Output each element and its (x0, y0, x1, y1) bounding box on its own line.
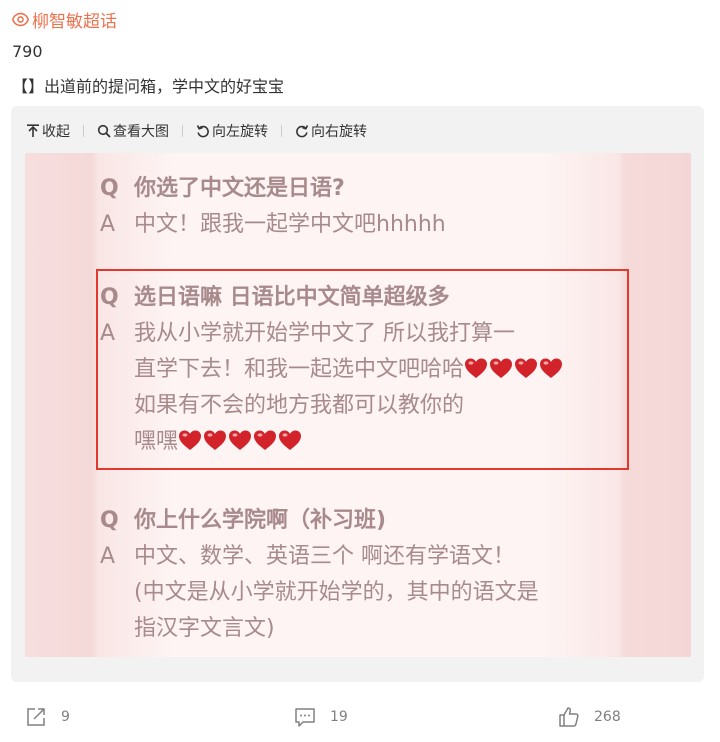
topic-icon (12, 12, 29, 27)
answer-text: 中文！跟我一起学中文吧hhhhh (134, 212, 446, 237)
share-icon (27, 708, 45, 726)
rotate-left-button[interactable]: 向左旋转 (196, 121, 268, 141)
q-mark: Q (100, 176, 119, 201)
qa-block-1: Q 你选了中文还是日语? A 中文！跟我一起学中文吧hhhhh (100, 171, 446, 243)
like-button[interactable]: 268 (558, 706, 621, 728)
search-icon (97, 124, 111, 138)
share-button[interactable]: 9 (25, 706, 70, 728)
question-text: 你选了中文还是日语? (134, 176, 345, 201)
qa-block-3: Q 你上什么学院啊（补习班) A 中文、数学、英语三个 啊还有学语文！ (中文是从小… (100, 503, 539, 647)
comment-count: 19 (330, 709, 348, 725)
rotate-right-label: 向右旋转 (311, 124, 367, 140)
toolbar-divider (83, 125, 84, 137)
rotate-right-icon (296, 125, 309, 138)
image-toolbar: 收起 查看大图 向左旋转 向右旋转 (26, 120, 367, 142)
action-bar: 9 19 268 (0, 706, 720, 736)
a-mark: A (100, 212, 116, 237)
answer-text: 中文、数学、英语三个 啊还有学语文！ (134, 544, 515, 569)
like-count: 268 (594, 709, 621, 725)
view-large-button[interactable]: 查看大图 (97, 121, 169, 141)
topic-link[interactable]: 柳智敏超话 (12, 7, 117, 32)
post-text: 【】出道前的提问箱，学中文的好宝宝 (12, 77, 285, 96)
topic-label: 柳智敏超话 (32, 12, 117, 32)
view-large-label: 查看大图 (113, 124, 169, 140)
answer-text: (中文是从小学就开始学的，其中的语文是 (134, 580, 539, 605)
a-mark: A (100, 544, 116, 569)
share-count: 9 (61, 709, 70, 725)
q-mark: Q (100, 508, 119, 533)
rotate-left-label: 向左旋转 (212, 124, 268, 140)
toolbar-divider (182, 125, 183, 137)
thumbs-up-icon (559, 707, 579, 727)
answer-text: 指汉字文言文) (134, 616, 275, 641)
rotate-left-icon (196, 125, 209, 138)
toolbar-divider (281, 125, 282, 137)
rotate-right-button[interactable]: 向右旋转 (295, 121, 367, 141)
highlight-box (96, 269, 629, 470)
collapse-label: 收起 (42, 124, 70, 140)
question-text: 你上什么学院啊（补习班) (134, 508, 387, 533)
post-number: 790 (12, 42, 43, 61)
post-image[interactable]: Q 你选了中文还是日语? A 中文！跟我一起学中文吧hhhhh Q 选日语嘛 日语比中… (25, 153, 691, 657)
comment-icon (295, 708, 315, 727)
comment-button[interactable]: 19 (294, 706, 348, 728)
collapse-button[interactable]: 收起 (26, 121, 70, 141)
collapse-icon (27, 124, 39, 137)
